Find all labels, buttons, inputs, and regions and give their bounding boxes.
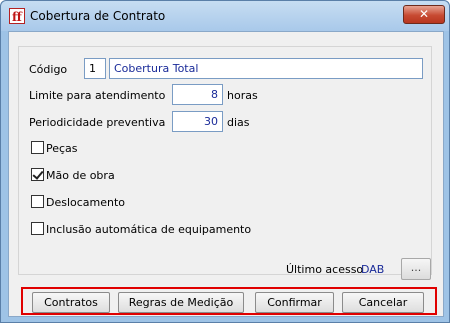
title-bar[interactable]: ff Cobertura de Contrato ✕ bbox=[1, 1, 449, 31]
limite-field[interactable]: 8 bbox=[172, 84, 223, 105]
limite-unit: horas bbox=[227, 89, 258, 102]
limite-label: Limite para atendimento bbox=[29, 89, 166, 102]
mao-de-obra-checkbox[interactable] bbox=[31, 168, 44, 181]
dialog-client-area: Código 1 Cobertura Total Limite para ate… bbox=[8, 31, 444, 317]
ff-logo-icon: ff bbox=[9, 8, 25, 24]
cancelar-button[interactable]: Cancelar bbox=[342, 292, 424, 313]
periodicidade-unit: dias bbox=[227, 116, 250, 129]
browse-button[interactable]: ... bbox=[401, 258, 431, 280]
dialog-window: ff Cobertura de Contrato ✕ Código 1 Cobe… bbox=[0, 0, 450, 323]
buttons-highlight-frame: Contratos Regras de Medição Confirmar Ca… bbox=[21, 287, 437, 315]
window-title: Cobertura de Contrato bbox=[30, 9, 166, 23]
descricao-field[interactable]: Cobertura Total bbox=[109, 58, 423, 79]
app-icon-text: ff bbox=[12, 10, 22, 24]
form-group-panel: Código 1 Cobertura Total Limite para ate… bbox=[18, 46, 432, 275]
ultimo-acesso-label: Último acesso bbox=[286, 263, 364, 276]
inclusao-automatica-label[interactable]: Inclusão automática de equipamento bbox=[46, 223, 251, 236]
close-icon: ✕ bbox=[418, 7, 430, 21]
codigo-label: Código bbox=[29, 63, 68, 76]
codigo-field[interactable]: 1 bbox=[84, 58, 106, 79]
confirmar-button[interactable]: Confirmar bbox=[255, 292, 334, 313]
deslocamento-label[interactable]: Deslocamento bbox=[46, 196, 125, 209]
pecas-label[interactable]: Peças bbox=[46, 142, 78, 155]
contratos-button[interactable]: Contratos bbox=[32, 292, 110, 313]
periodicidade-field[interactable]: 30 bbox=[172, 111, 223, 132]
ultimo-acesso-value: DAB bbox=[361, 263, 385, 276]
deslocamento-checkbox[interactable] bbox=[31, 195, 44, 208]
inclusao-automatica-checkbox[interactable] bbox=[31, 222, 44, 235]
pecas-checkbox[interactable] bbox=[31, 141, 44, 154]
regras-de-medicao-button[interactable]: Regras de Medição bbox=[118, 292, 244, 313]
close-button[interactable]: ✕ bbox=[403, 5, 445, 24]
mao-de-obra-label[interactable]: Mão de obra bbox=[46, 169, 115, 182]
periodicidade-label: Periodicidade preventiva bbox=[29, 116, 166, 129]
